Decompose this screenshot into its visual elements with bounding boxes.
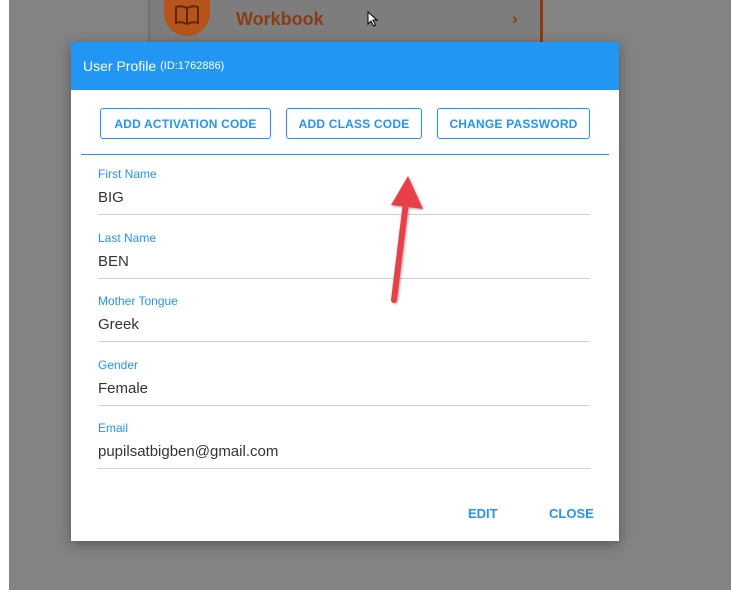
red-arrow-icon bbox=[391, 176, 423, 303]
gender-value: Female bbox=[98, 379, 149, 397]
mother-tongue-label: Mother Tongue bbox=[98, 294, 178, 308]
user-profile-dialog: User Profile (ID:1762886) ADD ACTIVATION… bbox=[71, 42, 619, 541]
add-class-code-button[interactable]: ADD CLASS CODE bbox=[286, 108, 422, 139]
field-underline bbox=[98, 404, 590, 406]
field-underline bbox=[98, 277, 590, 279]
email-label: Email bbox=[98, 421, 129, 435]
first-name-label: First Name bbox=[98, 167, 157, 181]
close-button[interactable]: CLOSE bbox=[549, 506, 594, 521]
edit-button[interactable]: EDIT bbox=[468, 506, 498, 521]
workbook-menu-item: Workbook › bbox=[148, 0, 543, 42]
first-name-field: First Name BIG bbox=[98, 163, 590, 227]
action-buttons: ADD ACTIVATION CODE ADD CLASS CODE CHANG… bbox=[71, 108, 619, 141]
divider bbox=[81, 154, 609, 155]
last-name-field: Last Name BEN bbox=[98, 227, 590, 291]
screen: Workbook › User Profile (ID:1762886) ADD… bbox=[0, 0, 731, 603]
profile-fields: First Name BIG Last Name BEN Mother Tong… bbox=[98, 163, 590, 481]
mother-tongue-field: Mother Tongue Greek bbox=[98, 290, 590, 354]
field-underline bbox=[98, 341, 590, 342]
field-underline bbox=[98, 468, 590, 469]
workbook-label: Workbook bbox=[236, 9, 324, 29]
add-activation-code-button[interactable]: ADD ACTIVATION CODE bbox=[100, 108, 271, 139]
field-underline bbox=[98, 214, 590, 215]
mouse-cursor-icon bbox=[367, 11, 379, 27]
gender-label: Gender bbox=[98, 357, 139, 372]
dialog-title: User Profile bbox=[83, 58, 157, 74]
first-name-value: BIG bbox=[98, 189, 124, 206]
email-value: pupilsatbigben@gmail.com bbox=[98, 443, 279, 460]
gender-field: Gender Female bbox=[98, 354, 590, 418]
mother-tongue-value: Greek bbox=[98, 316, 139, 333]
change-password-button[interactable]: CHANGE PASSWORD bbox=[437, 108, 590, 139]
last-name-label: Last Name bbox=[98, 230, 157, 245]
chevron-right-icon: › bbox=[512, 9, 518, 28]
dialog-header: User Profile (ID:1762886) bbox=[71, 42, 619, 90]
book-icon bbox=[164, 0, 210, 36]
last-name-value: BEN bbox=[98, 252, 129, 270]
email-field: Email pupilsatbigben@gmail.com bbox=[98, 417, 590, 481]
user-id: (ID:1762886) bbox=[160, 60, 225, 72]
